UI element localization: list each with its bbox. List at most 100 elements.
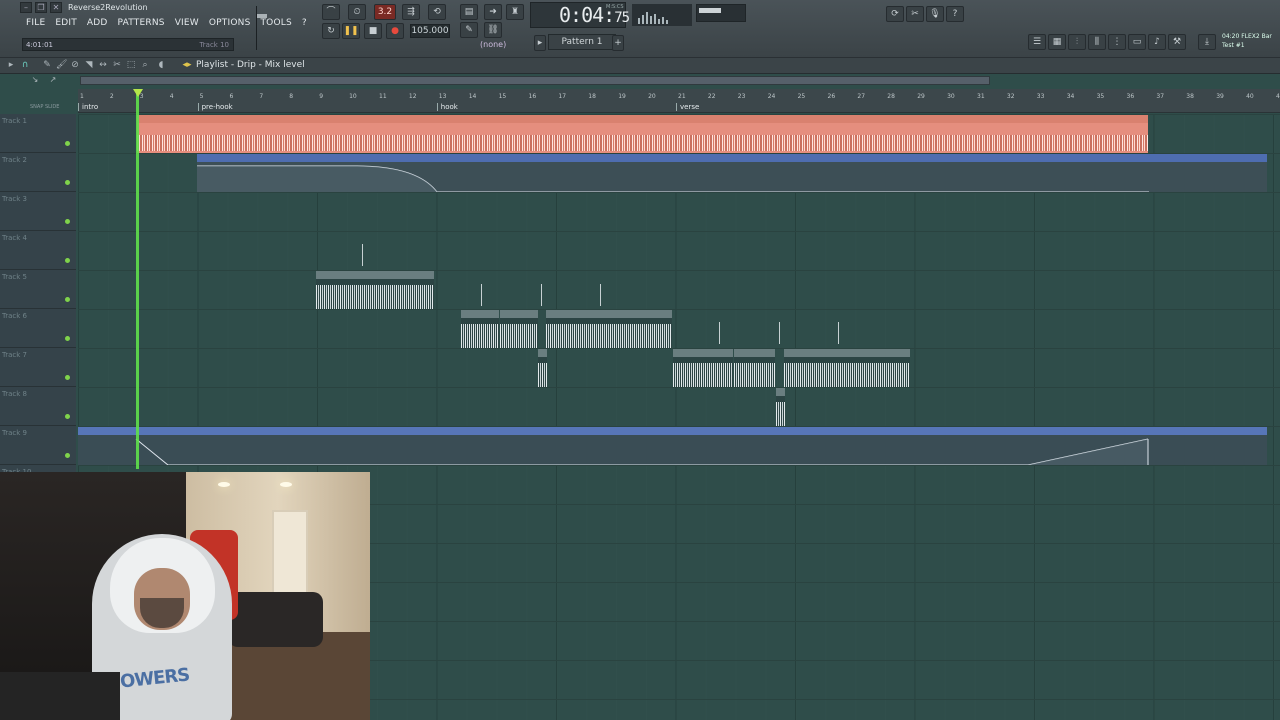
menu-tools[interactable]: TOOLS xyxy=(260,18,291,28)
sample-clip-track-8-small[interactable]: .. xyxy=(776,388,785,426)
pause-button[interactable]: ❚❚ xyxy=(342,23,360,39)
automation-clip-eq[interactable]: Param. EQ 2 - Mix level xyxy=(197,154,1267,192)
wait-input-icon[interactable]: ⏲ xyxy=(348,4,366,20)
channel-rack-icon[interactable]: ▦ xyxy=(1048,34,1066,50)
track-header[interactable]: Track 1 xyxy=(0,114,76,153)
loop-record-icon[interactable]: ⟲ xyxy=(428,4,446,20)
tools-icon[interactable]: ⚒ xyxy=(1168,34,1186,50)
timeline-marker[interactable]: pre-hook xyxy=(197,103,233,111)
draw-tool-icon[interactable]: ✎ xyxy=(42,60,52,71)
timeline-marker[interactable]: intro xyxy=(78,103,98,111)
menu-patterns[interactable]: PATTERNS xyxy=(118,18,165,28)
zoom-slider-icon[interactable]: ↘ xyxy=(30,74,40,85)
sample-clip-track-7c[interactable]: DIA_PR_105_dr..p_aguanta_main xyxy=(784,349,910,387)
track-enable-icon[interactable] xyxy=(65,414,70,419)
time-unit: M:S:CS xyxy=(606,4,624,10)
resize-icon[interactable]: ↗ xyxy=(48,74,58,85)
track-header[interactable]: Track 9 xyxy=(0,426,76,465)
cut-icon[interactable]: ✂ xyxy=(906,6,924,22)
pattern-add-icon[interactable]: + xyxy=(612,35,624,51)
track-header[interactable]: Track 2 xyxy=(0,153,76,192)
restore-icon[interactable]: ❐ xyxy=(35,2,47,13)
track-enable-icon[interactable] xyxy=(65,219,70,224)
select-tool-icon[interactable]: ⬚ xyxy=(126,60,136,71)
sample-clip-track-7b[interactable]: DI..in xyxy=(734,349,775,387)
piano-roll-icon[interactable]: ⫶ xyxy=(1068,34,1086,50)
automation-clip-drip[interactable]: Drip - Mix level xyxy=(78,427,1267,465)
plugin-icon[interactable]: ▭ xyxy=(1128,34,1146,50)
timeline-marker[interactable]: verse xyxy=(676,103,699,111)
slip-tool-icon[interactable]: ↔ xyxy=(98,60,108,71)
sample-waveform xyxy=(673,363,733,387)
track-header[interactable]: Track 8 xyxy=(0,387,76,426)
menu-file[interactable]: FILE xyxy=(26,18,45,28)
track-enable-icon[interactable] xyxy=(65,336,70,341)
download-icon[interactable]: ⤓ xyxy=(1198,34,1216,50)
sample-clip-track-7-small[interactable]: .. xyxy=(538,349,547,387)
menu-view[interactable]: VIEW xyxy=(175,18,199,28)
piano-icon[interactable]: ▤ xyxy=(460,4,478,20)
timeline-marker[interactable]: hook xyxy=(436,103,458,111)
zoom-tool-icon[interactable]: ⌕ xyxy=(140,60,150,71)
metronome-icon[interactable]: ⌒ xyxy=(322,4,340,20)
sample-clip-track-7a[interactable]: DIA_P..a_main xyxy=(673,349,733,387)
record-button[interactable]: ● xyxy=(386,23,404,39)
playhead[interactable] xyxy=(136,89,139,469)
browser-icon[interactable]: ⋮ xyxy=(1108,34,1126,50)
horizontal-scrollbar[interactable] xyxy=(80,76,990,85)
stamp-icon[interactable]: ♜ xyxy=(506,4,524,20)
mute-tool-icon[interactable]: ◥ xyxy=(84,60,94,71)
sample-clip-track-6c[interactable]: DIA_PR_105_dr..p_aguanta_main xyxy=(546,310,672,348)
pattern-prev-icon[interactable]: ▸ xyxy=(534,35,546,51)
snap-selector[interactable]: (none) xyxy=(480,40,506,49)
track-header[interactable]: Track 6 xyxy=(0,309,76,348)
magnet-icon[interactable]: ∩ xyxy=(20,60,30,71)
online-icon[interactable]: ⟳ xyxy=(886,6,904,22)
plugin-news-panel[interactable]: 04:20 FLEX2 Bar Test #1 xyxy=(1222,32,1280,56)
playback-tool-icon[interactable]: ◖ xyxy=(156,60,166,71)
track-enable-icon[interactable] xyxy=(65,258,70,263)
track-enable-icon[interactable] xyxy=(65,375,70,380)
track-header[interactable]: Track 4 xyxy=(0,231,76,270)
minimize-icon[interactable]: – xyxy=(20,2,32,13)
paint-tool-icon[interactable]: 🖌 xyxy=(56,60,67,71)
track-enable-icon[interactable] xyxy=(65,297,70,302)
delete-tool-icon[interactable]: ⊘ xyxy=(70,60,80,71)
close-icon[interactable]: ✕ xyxy=(50,2,62,13)
tempo-display[interactable]: 105.000 xyxy=(410,24,450,38)
sample-clip-track-6a[interactable]: DI..ain xyxy=(461,310,499,348)
arrow-icon[interactable]: ➜ xyxy=(484,4,502,20)
menu-edit[interactable]: EDIT xyxy=(55,18,77,28)
loop-icon[interactable]: ↻ xyxy=(322,23,340,39)
menu-add[interactable]: ADD xyxy=(87,18,108,28)
playlist-menu-arrow-icon[interactable]: ▸ xyxy=(6,60,16,71)
track-header[interactable]: Track 7 xyxy=(0,348,76,387)
stop-button[interactable]: ■ xyxy=(364,23,382,39)
track-header[interactable]: Track 5 xyxy=(0,270,76,309)
menu-options[interactable]: OPTIONS xyxy=(209,18,251,28)
track-name: Track 8 xyxy=(2,390,27,398)
sampler-icon[interactable]: ♪ xyxy=(1148,34,1166,50)
sample-clip-track-5[interactable]: DIA_PR_105_dr..p_aguanta_main xyxy=(316,271,434,309)
track-header[interactable]: Track 3 xyxy=(0,192,76,231)
track-enable-icon[interactable] xyxy=(65,141,70,146)
slice-tool-icon[interactable]: ✂ xyxy=(112,60,122,71)
bar-number: 39 xyxy=(1216,93,1224,100)
mixer-icon[interactable]: ⫼ xyxy=(1088,34,1106,50)
audio-clip-track-1[interactable]: g# minor 90 bpm g# minor 90 bpm g# minor 9… xyxy=(137,115,1148,153)
song-mode-button[interactable]: 3.2 xyxy=(374,4,396,20)
playlist-view-icon[interactable]: ☰ xyxy=(1028,34,1046,50)
track-enable-icon[interactable] xyxy=(65,453,70,458)
sample-clip-track-6b[interactable]: DI..in xyxy=(500,310,538,348)
playhead-marker-icon[interactable] xyxy=(133,89,143,97)
pencil-icon[interactable]: ✎ xyxy=(460,22,478,38)
menu-help[interactable]: ? xyxy=(302,18,307,28)
step-edit-icon[interactable]: ⇶ xyxy=(402,4,420,20)
track-enable-icon[interactable] xyxy=(65,180,70,185)
help-icon[interactable]: ? xyxy=(946,6,964,22)
master-volume-slider[interactable] xyxy=(256,6,267,50)
pattern-selector[interactable]: Pattern 1 xyxy=(548,34,616,50)
mic-icon[interactable]: 🎙 xyxy=(926,6,944,22)
pattern-picker-icon[interactable]: ◂▸ xyxy=(182,60,192,71)
link-icon[interactable]: ⛓ xyxy=(484,22,502,38)
